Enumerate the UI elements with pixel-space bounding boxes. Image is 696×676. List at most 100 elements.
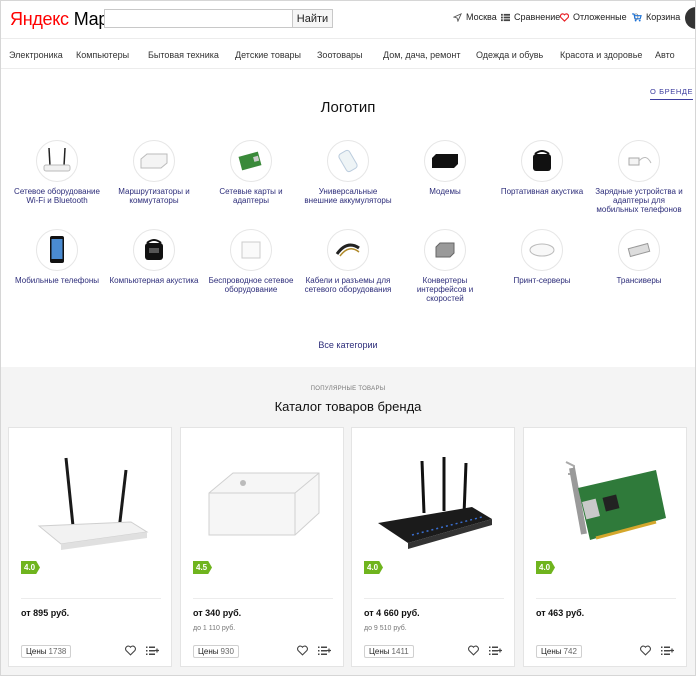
favorite-heart-icon[interactable] <box>125 645 136 656</box>
switch-image <box>181 438 345 568</box>
product-card[interactable]: 4.0 от 4 660 руб. до 9 510 руб. Цены 1411 <box>351 427 515 667</box>
prices-label: Цены <box>541 647 562 656</box>
nav-item[interactable]: Детские товары <box>235 50 301 60</box>
add-to-compare-icon[interactable] <box>489 645 503 656</box>
category-label: Трансиверы <box>616 276 662 285</box>
nav-item[interactable]: Дом, дача, ремонт <box>383 50 460 60</box>
converter-icon <box>424 229 466 271</box>
product-price: от 895 руб. <box>21 608 70 618</box>
category-tile[interactable]: Портативная акустика <box>497 140 587 196</box>
wireless-box-icon <box>230 229 272 271</box>
compare-link[interactable]: Сравнение <box>501 12 560 22</box>
rating-badge: 4.0 <box>536 561 555 574</box>
category-label: Принт-серверы <box>513 276 571 285</box>
add-to-compare-icon[interactable] <box>146 645 160 656</box>
product-card[interactable]: 4.5 от 340 руб. до 1 110 руб. Цены 930 <box>180 427 344 667</box>
category-tile[interactable]: Компьютерная акустика <box>109 229 199 285</box>
category-nav: Электроника Компьютеры Бытовая техника Д… <box>0 38 696 69</box>
rating-badge: 4.0 <box>21 561 40 574</box>
prices-label: Цены <box>198 647 219 656</box>
category-label: Конвертеры интерфейсов и скоростей <box>416 276 474 303</box>
category-label: Беспроводное сетевое оборудование <box>208 276 294 294</box>
category-tile[interactable]: Зарядные устройства и адаптеры для мобил… <box>594 140 684 214</box>
nav-item[interactable]: Электроника <box>9 50 63 60</box>
category-tile[interactable]: Мобильные телефоны <box>12 229 102 285</box>
region-label: Москва <box>466 12 497 22</box>
heart-icon <box>560 12 569 22</box>
location-arrow-icon <box>453 12 462 22</box>
divider <box>193 598 333 599</box>
phone-icon <box>36 229 78 271</box>
prices-count: 742 <box>563 647 577 656</box>
nav-item[interactable]: Авто <box>655 50 675 60</box>
brand-logo-title: Логотип <box>320 99 376 116</box>
popular-label: ПОПУЛЯРНЫЕ ТОВАРЫ <box>310 386 386 392</box>
category-label: Кабели и разъемы для сетевого оборудован… <box>304 276 392 294</box>
product-price: от 4 660 руб. <box>364 608 420 618</box>
cart-link[interactable]: Корзина <box>632 12 680 22</box>
product-card[interactable]: 4.0 от 895 руб. Цены 1738 <box>8 427 172 667</box>
favorite-heart-icon[interactable] <box>468 645 479 656</box>
prices-count: 1738 <box>48 647 67 656</box>
switch-icon <box>133 140 175 182</box>
product-card[interactable]: 4.0 от 463 руб. Цены 742 <box>523 427 687 667</box>
modem-icon <box>424 140 466 182</box>
divider <box>21 598 161 599</box>
cart-label: Корзина <box>646 12 681 22</box>
category-label: Сетевое оборудование Wi-Fi и Bluetooth <box>14 187 100 205</box>
favorites-link[interactable]: Отложенные 0 <box>560 12 639 22</box>
nav-item[interactable]: Компьютеры <box>76 50 129 60</box>
category-tile[interactable]: Трансиверы <box>594 229 684 285</box>
nav-item[interactable]: Красота и здоровье <box>560 50 642 60</box>
add-to-compare-icon[interactable] <box>318 645 332 656</box>
power-bank-icon <box>327 140 369 182</box>
rating-badge: 4.5 <box>193 561 212 574</box>
compare-list-icon <box>501 13 510 21</box>
region-link[interactable]: Москва <box>453 12 497 22</box>
prices-button[interactable]: Цены 1411 <box>364 645 414 658</box>
print-server-icon <box>521 229 563 271</box>
nav-item[interactable]: Зоотовары <box>317 50 362 60</box>
speaker-icon <box>133 229 175 271</box>
add-to-compare-icon[interactable] <box>661 645 675 656</box>
prices-count: 1411 <box>391 647 409 656</box>
category-label: Модемы <box>429 187 461 196</box>
prices-button[interactable]: Цены 1738 <box>21 645 72 658</box>
prices-button[interactable]: Цены 930 <box>193 645 239 658</box>
favorites-label: Отложенные <box>573 12 627 22</box>
category-tile[interactable]: Конвертеры интерфейсов и скоростей <box>400 229 490 303</box>
category-tile[interactable]: Принт-серверы <box>497 229 587 285</box>
nav-item[interactable]: Одежда и обувь <box>476 50 543 60</box>
logo-yandex: Яндекс <box>10 8 69 29</box>
prices-label: Цены <box>369 647 390 656</box>
category-tile[interactable]: Маршрутизаторы и коммутаторы <box>109 140 199 205</box>
network-card-icon <box>230 140 272 182</box>
nav-item[interactable]: Бытовая техника <box>148 50 219 60</box>
category-label: Зарядные устройства и адаптеры для мобил… <box>595 187 683 214</box>
portable-speaker-icon <box>521 140 563 182</box>
divider <box>364 598 504 599</box>
rating-badge: 4.0 <box>364 561 383 574</box>
product-price: от 340 руб. <box>193 608 242 618</box>
prices-count: 930 <box>220 647 234 656</box>
category-tile[interactable]: Универсальные внешние аккумуляторы <box>303 140 393 205</box>
category-tile[interactable]: Сетевые карты и адаптеры <box>206 140 296 205</box>
network-card-image <box>524 438 688 568</box>
favorite-heart-icon[interactable] <box>297 645 308 656</box>
category-label: Маршрутизаторы и коммутаторы <box>118 187 190 205</box>
all-categories-link[interactable]: Все категории <box>0 340 696 350</box>
category-tile[interactable]: Сетевое оборудование Wi-Fi и Bluetooth <box>12 140 102 205</box>
category-label: Сетевые карты и адаптеры <box>219 187 283 205</box>
prices-button[interactable]: Цены 742 <box>536 645 582 658</box>
category-label: Универсальные внешние аккумуляторы <box>304 187 392 205</box>
favorite-heart-icon[interactable] <box>640 645 651 656</box>
category-label: Мобильные телефоны <box>14 276 99 285</box>
category-tile[interactable]: Кабели и разъемы для сетевого оборудован… <box>303 229 393 294</box>
compare-label: Сравнение <box>514 12 561 22</box>
category-tile[interactable]: Беспроводное сетевое оборудование <box>206 229 296 294</box>
category-label: Портативная акустика <box>500 187 584 196</box>
category-label: Компьютерная акустика <box>109 276 199 285</box>
category-tile[interactable]: Модемы <box>400 140 490 196</box>
search-input[interactable] <box>104 9 292 28</box>
search-button[interactable]: Найти <box>292 9 333 28</box>
